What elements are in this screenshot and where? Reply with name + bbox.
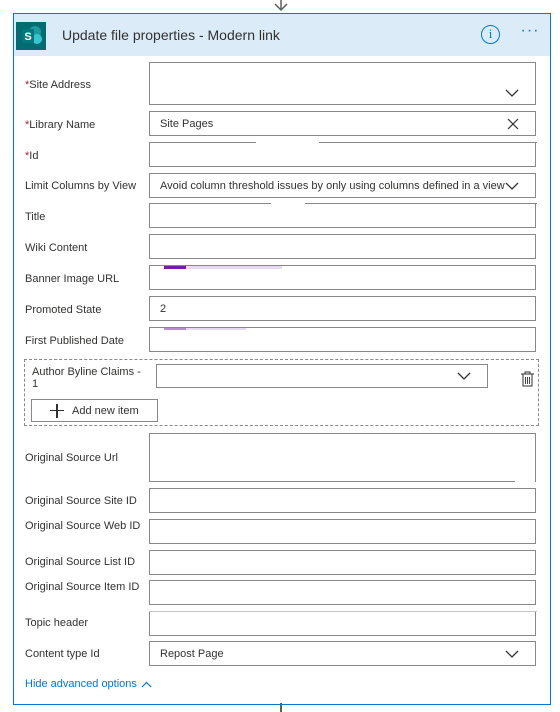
original-source-list-id-field[interactable]	[149, 550, 536, 575]
site-address-label: *Site Address	[25, 79, 92, 91]
limit-columns-dropdown[interactable]: Avoid column threshold issues by only us…	[149, 173, 536, 198]
id-label: *Id	[25, 150, 39, 162]
chevron-down-icon[interactable]	[457, 372, 471, 380]
card-header[interactable]: S Update file properties - Modern link i…	[14, 14, 550, 56]
title-label: Title	[25, 211, 46, 223]
chevron-down-icon[interactable]	[505, 650, 519, 658]
hide-advanced-options-link[interactable]: Hide advanced options	[25, 678, 152, 690]
connector-line	[280, 703, 282, 712]
token-bar	[164, 266, 186, 269]
add-new-item-button[interactable]: Add new item	[31, 399, 158, 422]
wiki-content-label: Wiki Content	[25, 242, 88, 254]
original-source-item-id-field[interactable]	[149, 580, 536, 605]
info-button[interactable]: i	[481, 25, 500, 44]
more-options-button[interactable]: ···	[518, 23, 542, 44]
original-source-url-field[interactable]	[149, 433, 536, 482]
author-byline-array: Author Byline Claims - 1 Add new item	[24, 359, 539, 426]
original-source-web-id-label: Original Source Web ID	[25, 520, 141, 532]
plus-icon	[50, 403, 64, 418]
delete-item-icon[interactable]	[519, 371, 535, 387]
original-source-item-id-label: Original Source Item ID	[25, 581, 140, 593]
original-source-url-label: Original Source Url	[25, 452, 118, 464]
original-source-site-id-field[interactable]	[149, 488, 536, 513]
action-card: S Update file properties - Modern link i…	[13, 13, 551, 705]
first-published-date-field[interactable]	[149, 327, 536, 352]
content-type-id-label: Content type Id	[25, 648, 100, 660]
site-address-field[interactable]	[149, 62, 536, 105]
svg-text:S: S	[24, 31, 31, 43]
clear-icon[interactable]	[507, 118, 519, 130]
title-field[interactable]	[149, 203, 537, 228]
connector-arrow-icon	[274, 0, 288, 12]
original-source-site-id-label: Original Source Site ID	[25, 495, 137, 507]
token-bar	[164, 328, 186, 330]
banner-image-url-label: Banner Image URL	[25, 273, 120, 285]
banner-image-url-field[interactable]	[149, 265, 536, 290]
promoted-state-field[interactable]: 2	[149, 296, 536, 321]
token-bar	[186, 328, 246, 330]
card-title: Update file properties - Modern link	[62, 27, 280, 43]
author-byline-label: Author Byline Claims - 1	[32, 366, 141, 390]
original-source-web-id-field[interactable]	[149, 519, 536, 544]
library-name-field[interactable]: Site Pages	[149, 111, 536, 136]
author-byline-dropdown[interactable]	[156, 364, 488, 388]
limit-columns-label: Limit Columns by View	[25, 180, 137, 192]
sharepoint-logo-icon: S	[16, 22, 46, 50]
chevron-down-icon[interactable]	[505, 89, 519, 97]
first-published-date-label: First Published Date	[25, 335, 125, 347]
id-field[interactable]	[149, 142, 537, 167]
promoted-state-label: Promoted State	[25, 304, 102, 316]
content-type-id-dropdown[interactable]: Repost Page	[149, 641, 536, 666]
wiki-content-field[interactable]	[149, 234, 536, 259]
topic-header-field[interactable]	[149, 611, 537, 636]
original-source-list-id-label: Original Source List ID	[25, 556, 136, 568]
topic-header-label: Topic header	[25, 617, 88, 629]
chevron-up-icon	[141, 681, 152, 687]
chevron-down-icon[interactable]	[505, 182, 519, 190]
library-name-label: *Library Name	[25, 119, 96, 131]
token-bar	[186, 266, 282, 269]
